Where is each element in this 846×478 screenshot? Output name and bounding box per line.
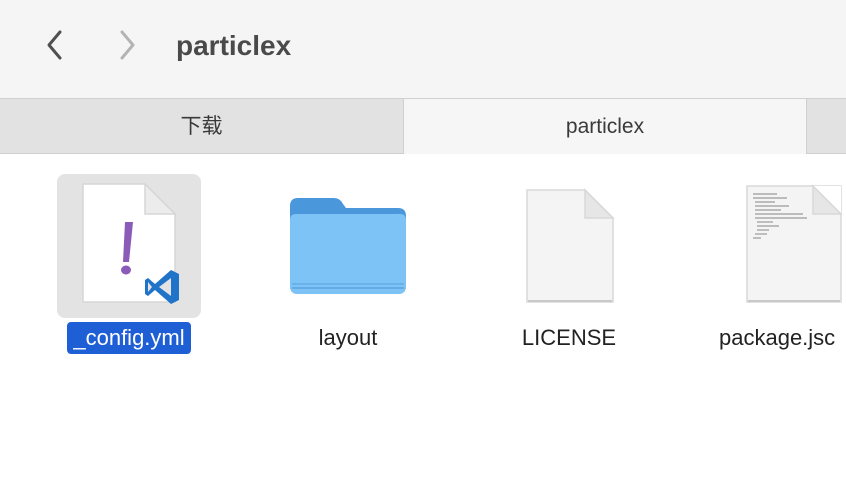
file-grid: _config.yml layout LICENSE package.jsc [0, 154, 846, 478]
blank-document-icon [526, 188, 615, 303]
file-name-label[interactable]: package.jsc [713, 322, 841, 354]
file-icon-container[interactable] [276, 174, 420, 318]
folder-icon [290, 198, 406, 294]
forward-button[interactable] [112, 28, 142, 62]
tab-downloads[interactable]: 下载 [0, 99, 403, 154]
file-name-label[interactable]: _config.yml [67, 322, 191, 354]
file-icon-container[interactable] [57, 174, 201, 318]
file-item-license[interactable]: LICENSE [459, 174, 679, 364]
yaml-vscode-file-icon [82, 182, 179, 304]
file-name-label[interactable]: layout [313, 322, 384, 354]
chevron-left-icon [47, 30, 62, 60]
file-item-layout[interactable]: layout [238, 174, 458, 364]
tab-particlex[interactable]: particlex [403, 99, 807, 154]
chevron-right-icon [120, 30, 135, 60]
tab-partial[interactable] [807, 99, 846, 154]
file-item-config[interactable]: _config.yml [19, 174, 239, 364]
back-button[interactable] [40, 28, 70, 62]
file-icon-container[interactable] [497, 174, 641, 318]
file-name-label[interactable]: LICENSE [516, 322, 622, 354]
file-item-package[interactable]: package.jsc [679, 174, 846, 364]
tab-bar: 下载 particlex [0, 98, 846, 154]
file-icon-container[interactable] [717, 174, 846, 318]
toolbar: particlex [0, 0, 846, 98]
window-title: particlex [176, 30, 292, 61]
text-document-icon [746, 184, 843, 303]
